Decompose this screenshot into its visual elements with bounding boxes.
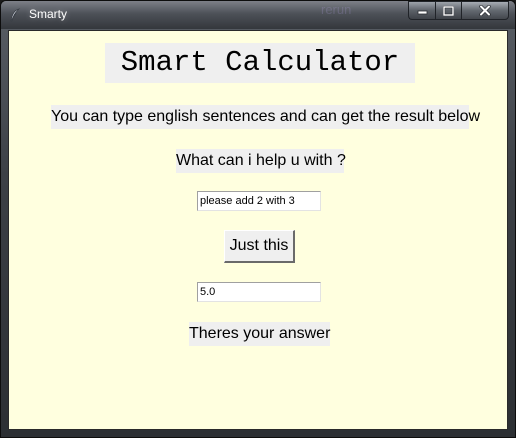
feather-icon: [10, 8, 21, 22]
caption-buttons: [408, 1, 509, 21]
minimize-icon: [417, 10, 427, 15]
background-window-text: rerun: [321, 2, 352, 17]
close-button[interactable]: [461, 1, 509, 20]
maximize-icon: [443, 5, 454, 16]
app-client-area: Smart Calculator You can type english se…: [8, 30, 508, 430]
window-title: Smarty: [29, 7, 68, 21]
prompt-label: What can i help u with ?: [176, 149, 346, 173]
title-bar[interactable]: Smarty rerun: [1, 1, 515, 29]
maximize-button[interactable]: [435, 1, 461, 20]
close-icon: [479, 5, 491, 16]
description-label: You can type english sentences and can g…: [51, 105, 480, 129]
result-field[interactable]: [197, 282, 321, 302]
minimize-button[interactable]: [408, 1, 435, 20]
query-input[interactable]: [197, 191, 321, 211]
app-window: Smarty rerun Smart Calculator You can ty…: [0, 0, 516, 438]
just-this-button[interactable]: Just this: [224, 230, 295, 263]
answer-label: Theres your answer: [189, 322, 330, 346]
page-title: Smart Calculator: [105, 43, 415, 83]
